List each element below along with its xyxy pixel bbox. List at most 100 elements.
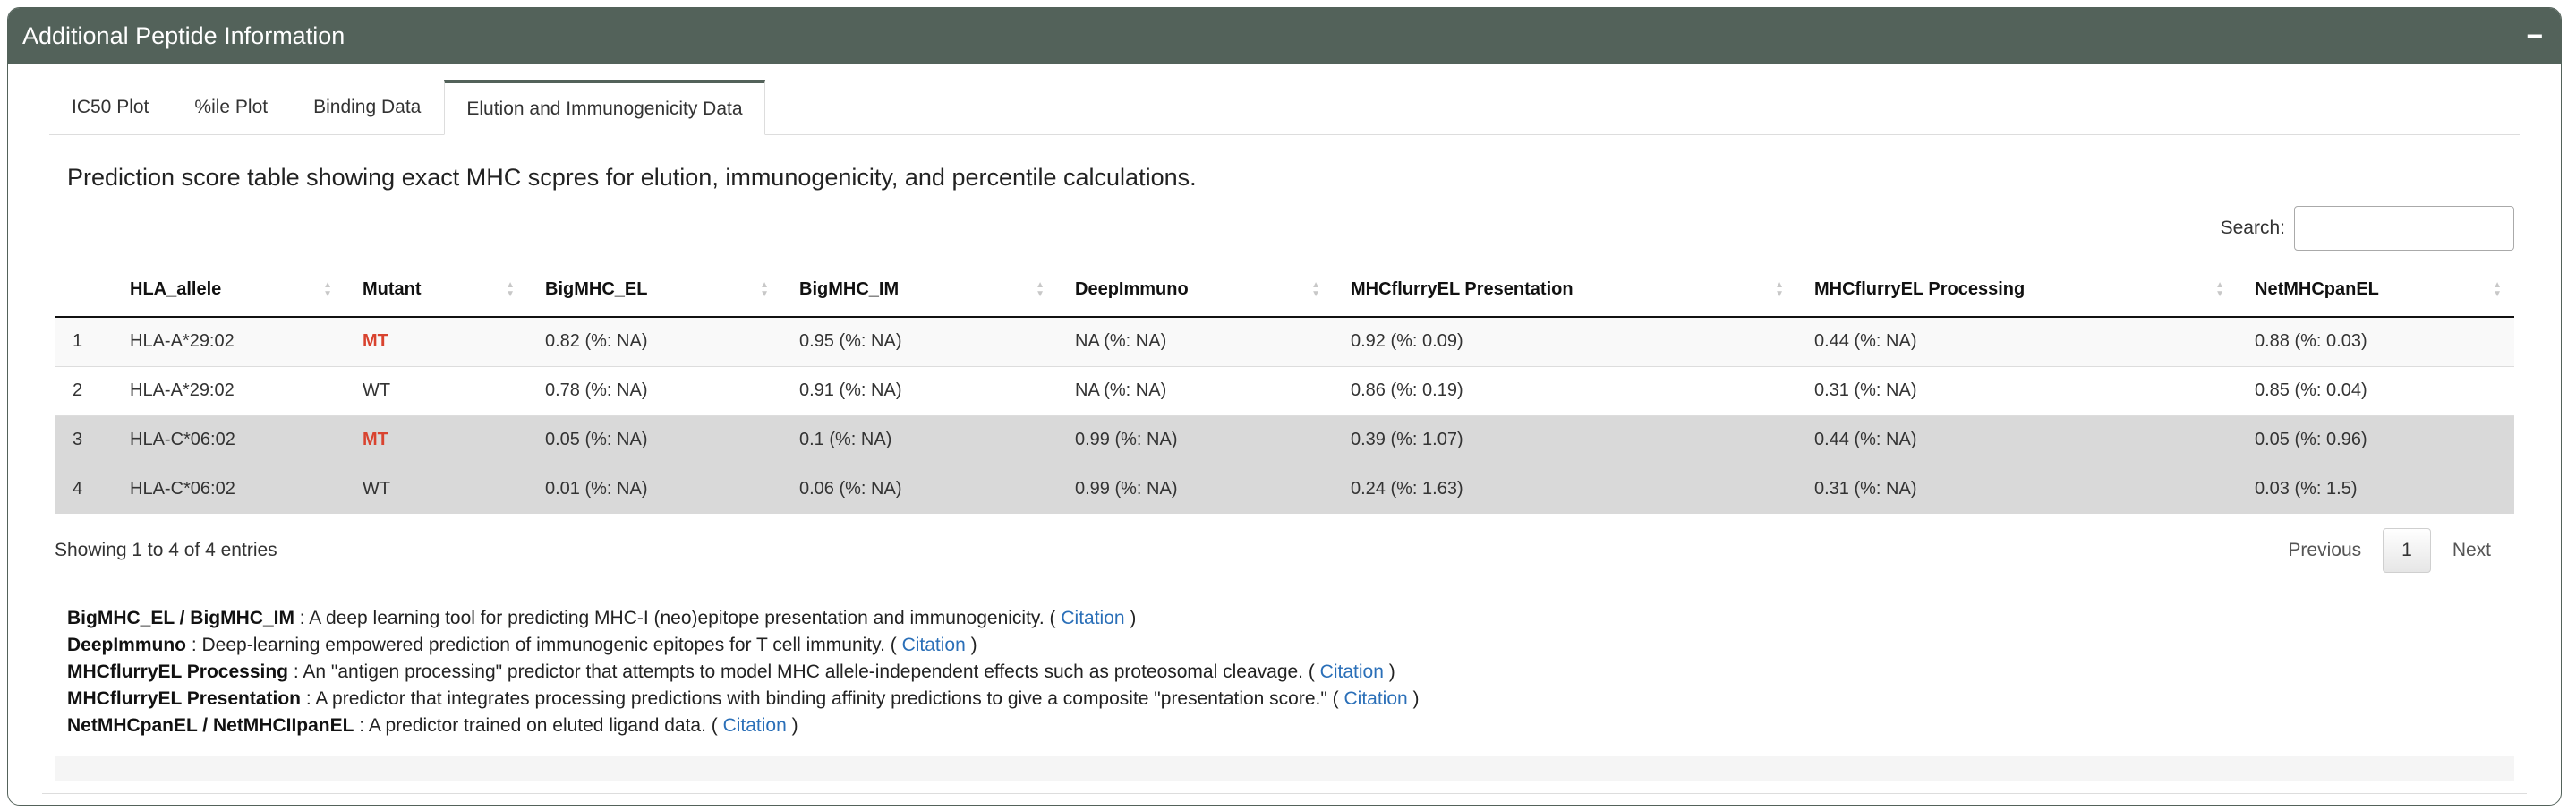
citation-link[interactable]: Citation xyxy=(723,715,787,736)
table-info: Showing 1 to 4 of 4 entries xyxy=(55,540,277,560)
cell-mhcflurryel-processing: 0.31 (%: NA) xyxy=(1796,464,2237,514)
cell-mhcflurryel-presentation: 0.86 (%: 0.19) xyxy=(1333,365,1796,415)
cell-deepimmuno: NA (%: NA) xyxy=(1057,316,1333,366)
reference-name: BigMHC_EL / BigMHC_IM xyxy=(67,608,294,628)
column-header-index[interactable] xyxy=(55,263,112,318)
citation-link[interactable]: Citation xyxy=(1061,608,1124,628)
page-1-button[interactable]: 1 xyxy=(2383,528,2431,573)
cell-index: 3 xyxy=(55,414,112,465)
cell-netmhcpanel: 0.03 (%: 1.5) xyxy=(2237,464,2514,514)
tab-content: Prediction score table showing exact MHC… xyxy=(42,164,2527,781)
cell-hla-allele: HLA-A*29:02 xyxy=(112,316,345,366)
cell-mhcflurryel-presentation: 0.92 (%: 0.09) xyxy=(1333,316,1796,366)
cell-bigmhc-im: 0.91 (%: NA) xyxy=(781,365,1057,415)
reference-name: NetMHCpanEL / NetMHCIIpanEL xyxy=(67,715,354,736)
reference-close: ) xyxy=(1383,662,1395,682)
cell-bigmhc-el: 0.78 (%: NA) xyxy=(527,365,781,415)
cell-index: 4 xyxy=(55,464,112,514)
table-row[interactable]: 4 HLA-C*06:02 WT 0.01 (%: NA) 0.06 (%: N… xyxy=(55,464,2514,514)
cell-mhcflurryel-presentation: 0.39 (%: 1.07) xyxy=(1333,414,1796,465)
column-header-deepimmuno[interactable]: DeepImmuno xyxy=(1057,263,1333,318)
reference-item: MHCflurryEL Presentation : A predictor t… xyxy=(67,686,2514,713)
reference-name: MHCflurryEL Processing xyxy=(67,662,289,682)
tab-elution-immunogenicity[interactable]: Elution and Immunogenicity Data xyxy=(444,80,765,135)
next-page-button[interactable]: Next xyxy=(2435,529,2509,572)
reference-close: ) xyxy=(1124,608,1137,628)
column-header-bigmhc-im[interactable]: BigMHC_IM xyxy=(781,263,1057,318)
cell-mhcflurryel-processing: 0.44 (%: NA) xyxy=(1796,316,2237,366)
column-header-mutant[interactable]: Mutant xyxy=(345,263,527,318)
column-header-mhcflurryel-presentation[interactable]: MHCflurryEL Presentation xyxy=(1333,263,1796,318)
search-input[interactable] xyxy=(2294,206,2514,251)
cell-bigmhc-im: 0.95 (%: NA) xyxy=(781,316,1057,366)
cell-bigmhc-el: 0.82 (%: NA) xyxy=(527,316,781,366)
tab-ic50-plot[interactable]: IC50 Plot xyxy=(49,80,171,134)
scroll-bar[interactable] xyxy=(55,756,2514,781)
reference-text: : Deep-learning empowered prediction of … xyxy=(186,635,902,655)
search-label: Search: xyxy=(2220,218,2285,238)
reference-close: ) xyxy=(965,635,977,655)
tab-label: %ile Plot xyxy=(194,97,269,117)
panel-body: IC50 Plot %ile Plot Binding Data Elution… xyxy=(8,64,2561,794)
cell-mutant: WT xyxy=(345,464,527,514)
table-description: Prediction score table showing exact MHC… xyxy=(67,164,1197,191)
cell-netmhcpanel: 0.85 (%: 0.04) xyxy=(2237,365,2514,415)
reference-text: : A deep learning tool for predicting MH… xyxy=(294,608,1062,628)
cell-mutant: MT xyxy=(345,316,527,366)
cell-bigmhc-im: 0.1 (%: NA) xyxy=(781,414,1057,465)
table-footer: Showing 1 to 4 of 4 entries Previous 1 N… xyxy=(55,528,2514,573)
tab-binding-data[interactable]: Binding Data xyxy=(291,80,443,134)
tab-label: Binding Data xyxy=(313,97,422,117)
reference-item: MHCflurryEL Processing : An "antigen pro… xyxy=(67,659,2514,686)
reference-item: NetMHCpanEL / NetMHCIIpanEL : A predicto… xyxy=(67,713,2514,739)
cell-deepimmuno: 0.99 (%: NA) xyxy=(1057,464,1333,514)
tab-label: IC50 Plot xyxy=(72,97,149,117)
cell-netmhcpanel: 0.05 (%: 0.96) xyxy=(2237,414,2514,465)
reference-name: DeepImmuno xyxy=(67,635,187,655)
table-row[interactable]: 2 HLA-A*29:02 WT 0.78 (%: NA) 0.91 (%: N… xyxy=(55,365,2514,415)
cell-mutant: MT xyxy=(345,414,527,465)
cell-mhcflurryel-processing: 0.44 (%: NA) xyxy=(1796,414,2237,465)
divider xyxy=(42,793,2527,794)
cell-index: 2 xyxy=(55,365,112,415)
reference-text: : A predictor that integrates processing… xyxy=(301,688,1344,709)
cell-mhcflurryel-presentation: 0.24 (%: 1.63) xyxy=(1333,464,1796,514)
reference-text: : A predictor trained on eluted ligand d… xyxy=(354,715,723,736)
previous-page-button[interactable]: Previous xyxy=(2270,529,2379,572)
citation-link[interactable]: Citation xyxy=(1343,688,1407,709)
table-row[interactable]: 1 HLA-A*29:02 MT 0.82 (%: NA) 0.95 (%: N… xyxy=(55,316,2514,366)
panel-header[interactable]: Additional Peptide Information − xyxy=(8,8,2561,64)
reference-item: DeepImmuno : Deep-learning empowered pre… xyxy=(67,632,2514,659)
tab-bar: IC50 Plot %ile Plot Binding Data Elution… xyxy=(49,80,2520,135)
reference-text: : An "antigen processing" predictor that… xyxy=(288,662,1320,682)
column-header-bigmhc-el[interactable]: BigMHC_EL xyxy=(527,263,781,318)
cell-bigmhc-el: 0.01 (%: NA) xyxy=(527,464,781,514)
tab-percentile-plot[interactable]: %ile Plot xyxy=(172,80,290,134)
tab-label: Elution and Immunogenicity Data xyxy=(466,98,743,119)
cell-bigmhc-el: 0.05 (%: NA) xyxy=(527,414,781,465)
cell-hla-allele: HLA-C*06:02 xyxy=(112,414,345,465)
cell-index: 1 xyxy=(55,316,112,366)
citation-link[interactable]: Citation xyxy=(902,635,966,655)
cell-hla-allele: HLA-A*29:02 xyxy=(112,365,345,415)
collapse-button[interactable]: − xyxy=(2526,21,2543,50)
prediction-table: HLA_allele Mutant BigMHC_EL BigMHC_IM De… xyxy=(55,263,2514,514)
reference-item: BigMHC_EL / BigMHC_IM : A deep learning … xyxy=(67,605,2514,632)
table-row[interactable]: 3 HLA-C*06:02 MT 0.05 (%: NA) 0.1 (%: NA… xyxy=(55,414,2514,465)
reference-name: MHCflurryEL Presentation xyxy=(67,688,301,709)
column-header-mhcflurryel-processing[interactable]: MHCflurryEL Processing xyxy=(1796,263,2237,318)
cell-netmhcpanel: 0.88 (%: 0.03) xyxy=(2237,316,2514,366)
cell-bigmhc-im: 0.06 (%: NA) xyxy=(781,464,1057,514)
citation-link[interactable]: Citation xyxy=(1320,662,1384,682)
panel-title: Additional Peptide Information xyxy=(22,21,345,49)
references: BigMHC_EL / BigMHC_IM : A deep learning … xyxy=(67,605,2514,739)
reference-close: ) xyxy=(1407,688,1420,709)
reference-close: ) xyxy=(786,715,798,736)
cell-mutant: WT xyxy=(345,365,527,415)
peptide-info-panel: Additional Peptide Information − IC50 Pl… xyxy=(7,7,2562,806)
column-header-hla-allele[interactable]: HLA_allele xyxy=(112,263,345,318)
search-row: Search: xyxy=(55,206,2514,251)
pagination: Previous 1 Next xyxy=(2270,528,2509,573)
column-header-netmhcpanel[interactable]: NetMHCpanEL xyxy=(2237,263,2514,318)
cell-hla-allele: HLA-C*06:02 xyxy=(112,464,345,514)
